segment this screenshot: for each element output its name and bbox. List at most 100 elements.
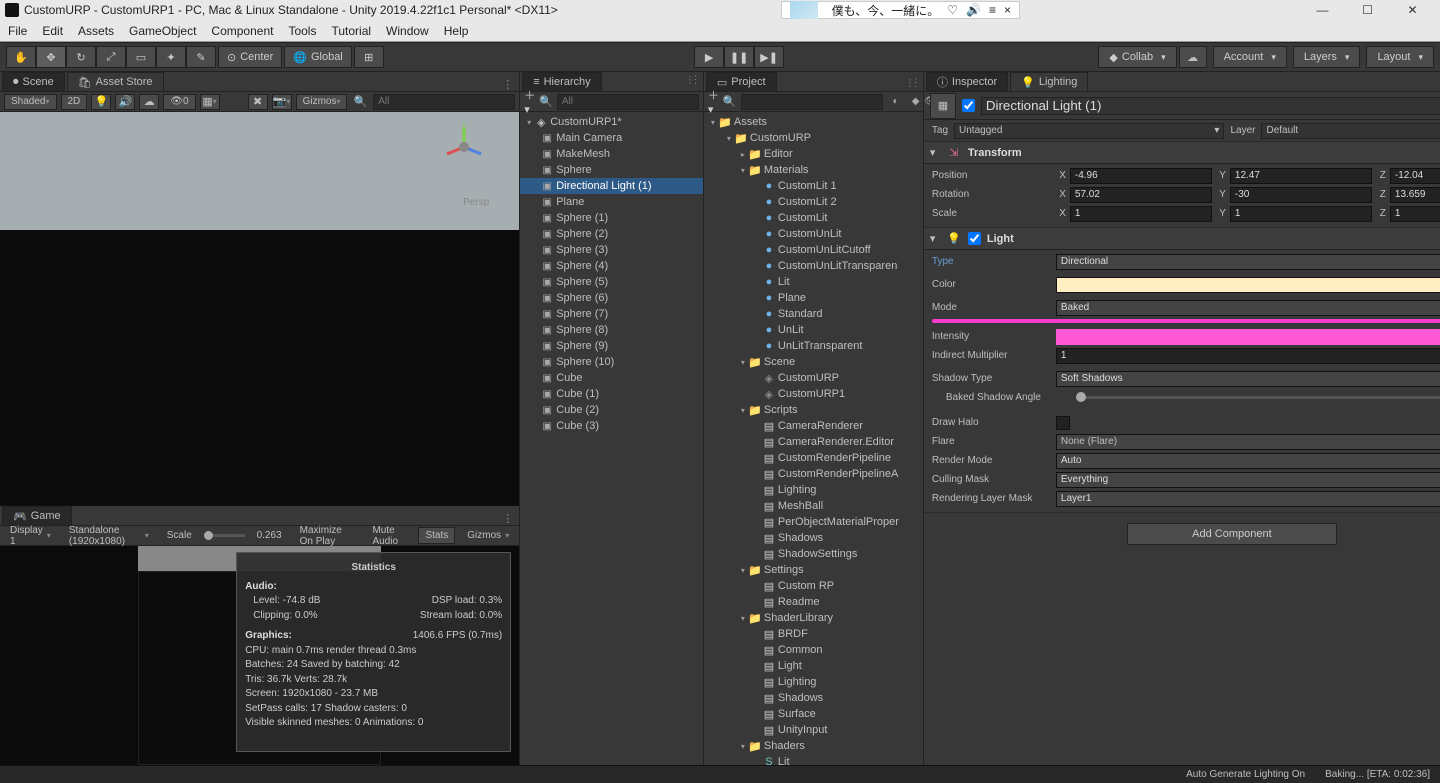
pause-button[interactable]: ❚❚ — [724, 46, 754, 68]
gameobject-name-field[interactable] — [981, 97, 1440, 115]
project-item[interactable]: ●UnLitTransparent — [704, 338, 923, 354]
step-button[interactable]: ▶❚ — [754, 46, 784, 68]
minimize-button[interactable]: — — [1300, 0, 1345, 20]
hierarchy-item[interactable]: ▣Plane — [520, 194, 703, 210]
scene-light-toggle[interactable]: 💡 — [91, 94, 111, 110]
project-item[interactable]: ●CustomUnLit — [704, 226, 923, 242]
snap-button[interactable]: ⊞ — [354, 46, 384, 68]
transform-header[interactable]: ▾ ⇲ Transform ?⎘⋮ — [924, 142, 1440, 164]
hierarchy-item[interactable]: ▣Sphere — [520, 162, 703, 178]
game-gizmos-toggle[interactable]: Gizmos — [461, 528, 515, 543]
game-view[interactable]: Statistics Audio: Level: -74.8 dBDSP loa… — [0, 546, 519, 765]
maximize-on-play-toggle[interactable]: Maximize On Play — [294, 523, 361, 549]
project-item[interactable]: 📁CustomURP — [704, 130, 923, 146]
cloud-button[interactable]: ☁ — [1179, 46, 1207, 68]
project-item[interactable]: ▤CameraRenderer.Editor — [704, 434, 923, 450]
project-item[interactable]: ▤Lighting — [704, 674, 923, 690]
light-mode-dropdown[interactable]: Baked▾ — [1056, 300, 1440, 316]
game-tab-options[interactable]: ⋮ — [496, 512, 519, 525]
intensity-field[interactable] — [1056, 329, 1440, 345]
project-item[interactable]: ▤ShadowSettings — [704, 546, 923, 562]
hierarchy-item[interactable]: ▣Sphere (2) — [520, 226, 703, 242]
scale-y[interactable] — [1230, 206, 1372, 222]
hierarchy-item[interactable]: ▣Sphere (5) — [520, 274, 703, 290]
tag-dropdown[interactable]: Untagged▾ — [954, 123, 1224, 139]
heart-icon[interactable]: ♡ — [947, 3, 958, 17]
project-item[interactable]: ▤CameraRenderer — [704, 418, 923, 434]
hierarchy-item[interactable]: ▣Cube (2) — [520, 402, 703, 418]
hierarchy-item[interactable]: ▣Cube — [520, 370, 703, 386]
project-item[interactable]: 📁Settings — [704, 562, 923, 578]
project-options[interactable]: ⫶ ⋮ — [902, 78, 923, 91]
flare-field[interactable]: None (Flare)⊙ — [1056, 434, 1440, 450]
tab-inspector[interactable]: ⓘInspector — [926, 72, 1008, 91]
aspect-dropdown[interactable]: Standalone (1920x1080) — [63, 525, 155, 547]
project-item[interactable]: ◈CustomURP — [704, 370, 923, 386]
maximize-button[interactable]: ☐ — [1345, 0, 1390, 20]
hierarchy-item[interactable]: ▣Main Camera — [520, 130, 703, 146]
stats-toggle[interactable]: Stats — [418, 527, 455, 544]
rendering-layer-mask-dropdown[interactable]: Layer1▾ — [1056, 491, 1440, 507]
scene-search-input[interactable] — [373, 94, 515, 110]
project-item[interactable]: 📁Editor — [704, 146, 923, 162]
2d-toggle[interactable]: 2D — [61, 94, 88, 110]
scene-tab-options[interactable]: ⋮ — [496, 78, 519, 91]
position-z[interactable] — [1390, 168, 1440, 184]
scale-tool[interactable]: ⤢ — [96, 46, 126, 68]
project-item[interactable]: ▤CustomRenderPipelineA — [704, 466, 923, 482]
hierarchy-item[interactable]: ▣Sphere (4) — [520, 258, 703, 274]
rect-tool[interactable]: ▭ — [126, 46, 156, 68]
rotation-z[interactable] — [1390, 187, 1440, 203]
menu-component[interactable]: Component — [211, 24, 273, 38]
culling-mask-dropdown[interactable]: Everything▾ — [1056, 472, 1440, 488]
light-type-dropdown[interactable]: Directional▾ — [1056, 254, 1440, 270]
project-item[interactable]: ▤Light — [704, 658, 923, 674]
pivot-mode[interactable]: ⊙Center — [218, 46, 282, 68]
gameobject-enabled-checkbox[interactable] — [962, 99, 975, 112]
hierarchy-item[interactable]: ▣Directional Light (1) — [520, 178, 703, 194]
shadow-type-dropdown[interactable]: Soft Shadows▾ — [1056, 371, 1440, 387]
project-item[interactable]: ●CustomUnLitCutoff — [704, 242, 923, 258]
project-item[interactable]: ▤Lighting — [704, 482, 923, 498]
menu-gameobject[interactable]: GameObject — [129, 24, 196, 38]
project-item[interactable]: 📁Shaders — [704, 738, 923, 754]
hand-tool[interactable]: ✋ — [6, 46, 36, 68]
project-item[interactable]: ●Plane — [704, 290, 923, 306]
account-button[interactable]: Account — [1213, 46, 1287, 68]
scene-view[interactable]: y Persp — [0, 112, 519, 505]
project-item[interactable]: 📁Materials — [704, 162, 923, 178]
filter-by-label-icon[interactable]: ◆ — [907, 94, 925, 110]
hierarchy-item[interactable]: ▣Sphere (3) — [520, 242, 703, 258]
project-item[interactable]: 📁Scripts — [704, 402, 923, 418]
hierarchy-item[interactable]: ▣Cube (1) — [520, 386, 703, 402]
project-item[interactable]: ▤MeshBall — [704, 498, 923, 514]
scene-hidden-count[interactable]: 👁 0 — [163, 94, 195, 110]
hierarchy-item[interactable]: ▣Sphere (9) — [520, 338, 703, 354]
draw-halo-checkbox[interactable] — [1056, 416, 1070, 430]
hierarchy-search-input[interactable] — [557, 94, 699, 110]
speaker-icon[interactable]: 🔊 — [966, 3, 981, 17]
project-item[interactable]: SLit — [704, 754, 923, 765]
gameobject-icon[interactable]: ▦ — [930, 93, 956, 119]
custom-tool[interactable]: ✎ — [186, 46, 216, 68]
hierarchy-item[interactable]: ▣Cube (3) — [520, 418, 703, 434]
project-item[interactable]: ▤BRDF — [704, 626, 923, 642]
light-color-field[interactable] — [1056, 277, 1440, 293]
project-item[interactable]: ▤Shadows — [704, 530, 923, 546]
auto-generate-lighting[interactable]: Auto Generate Lighting On — [1186, 769, 1305, 780]
orientation-gizmo[interactable]: y — [439, 122, 489, 172]
move-tool[interactable]: ✥ — [36, 46, 66, 68]
handle-rotation[interactable]: 🌐Global — [284, 46, 352, 68]
menu-tools[interactable]: Tools — [288, 24, 316, 38]
layers-button[interactable]: Layers — [1293, 46, 1361, 68]
projection-label[interactable]: Persp — [463, 197, 489, 208]
baked-angle-slider[interactable] — [1076, 396, 1440, 399]
render-mode-dropdown[interactable]: Auto▾ — [1056, 453, 1440, 469]
project-root[interactable]: 📁Assets — [704, 114, 923, 130]
gizmos-dropdown[interactable]: Gizmos — [296, 94, 348, 110]
hierarchy-options[interactable]: ⫶ ⋮ — [682, 75, 703, 88]
tab-game[interactable]: 🎮Game — [2, 506, 72, 525]
hierarchy-item[interactable]: ▣MakeMesh — [520, 146, 703, 162]
project-search-input[interactable] — [741, 94, 883, 110]
menu-tutorial[interactable]: Tutorial — [331, 24, 371, 38]
